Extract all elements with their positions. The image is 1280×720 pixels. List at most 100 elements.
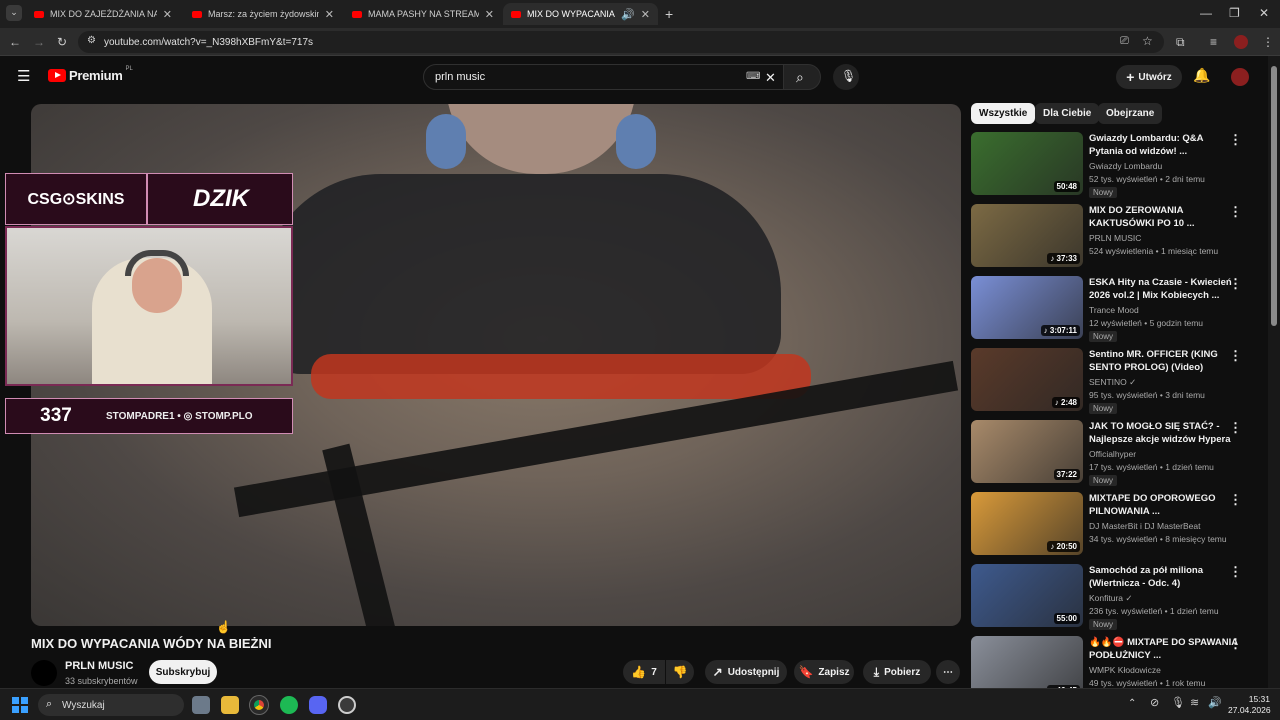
close-tab-icon[interactable]: ✕ <box>163 8 172 21</box>
more-options-icon[interactable]: ⋮ <box>1229 276 1242 292</box>
site-info-icon[interactable]: ⚙ <box>87 36 96 46</box>
recommendation-title[interactable]: Sentino MR. OFFICER (KING SENTO PROLOG) … <box>1089 348 1239 374</box>
cast-icon[interactable]: ⎚ <box>1120 36 1129 47</box>
scrollbar-thumb[interactable] <box>1271 66 1277 326</box>
page-scrollbar[interactable] <box>1268 56 1280 688</box>
chrome-icon[interactable] <box>249 695 269 715</box>
recommendation-channel[interactable]: DJ MasterBit i DJ MasterBeat <box>1089 521 1200 531</box>
network-icon[interactable]: ⊘ <box>1150 698 1159 709</box>
recommendation-item[interactable]: ♪ 37:33 MIX DO ZEROWANIA KAKTUSÓWKI PO 10… <box>971 204 1261 268</box>
video-thumbnail[interactable]: ♪ 37:33 <box>971 204 1083 267</box>
recommendation-title[interactable]: JAK TO MOGŁO SIĘ STAĆ? - Najlepsze akcje… <box>1089 420 1239 446</box>
recommendation-channel[interactable]: PRLN MUSIC <box>1089 233 1141 243</box>
more-options-icon[interactable]: ⋮ <box>1229 420 1242 436</box>
recommendation-channel[interactable]: Konfitura ✓ <box>1089 593 1133 604</box>
close-tab-icon[interactable]: ✕ <box>641 8 650 21</box>
recommendation-item[interactable]: ♪ 20:50 MIXTAPE DO OPOROWEGO PILNOWANIA .… <box>971 492 1261 556</box>
recommendation-channel[interactable]: Officialhyper <box>1089 449 1136 459</box>
keyboard-icon[interactable]: ⌨ <box>746 72 760 82</box>
url-field[interactable]: ⚙ youtube.com/watch?v=_N398hXBFmY&t=717s… <box>78 31 1164 53</box>
spotify-icon[interactable] <box>280 696 298 714</box>
speaker-icon[interactable]: 🔊 <box>621 8 635 21</box>
recommendation-item[interactable]: ♪ 2:48 Sentino MR. OFFICER (KING SENTO PR… <box>971 348 1261 414</box>
recommendation-title[interactable]: Samochód za pół miliona (Wiertnicza - Od… <box>1089 564 1239 590</box>
hamburger-menu-icon[interactable]: ☰ <box>17 69 30 84</box>
filter-chip-all[interactable]: Wszystkie <box>971 103 1036 124</box>
microphone-tray-icon[interactable]: 🎙 <box>1171 698 1185 709</box>
recommendation-channel[interactable]: Trance Mood <box>1089 305 1139 315</box>
back-icon[interactable]: ← <box>9 36 21 48</box>
start-button[interactable] <box>12 697 28 713</box>
forward-icon[interactable]: → <box>33 36 45 48</box>
bookmark-star-icon[interactable]: ☆ <box>1142 35 1153 47</box>
recommendation-channel[interactable]: Gwiazdy Lombardu <box>1089 161 1162 171</box>
browser-tab[interactable]: MIX DO ZAJEŻDŻANIA NA KUR ✕ <box>26 3 180 25</box>
browser-menu-icon[interactable]: ⋮ <box>1262 36 1274 48</box>
recommendation-title[interactable]: MIXTAPE DO OPOROWEGO PILNOWANIA ... <box>1089 492 1239 518</box>
new-tab-icon[interactable]: + <box>665 7 673 21</box>
youtube-logo[interactable]: Premium PL <box>48 66 133 83</box>
taskbar-search[interactable]: ⌕ Wyszukaj <box>38 694 184 716</box>
like-button[interactable]: 👍 7 <box>623 660 665 684</box>
browser-tab[interactable]: Marsz: za życiem żydowskim i p ✕ <box>184 3 342 25</box>
browser-tab-active[interactable]: MIX DO WYPACANIA WÓD 🔊 ✕ <box>503 3 658 25</box>
video-thumbnail[interactable]: ♪ 2:48 <box>971 348 1083 411</box>
recommendation-title[interactable]: 🔥🔥⛔ MIXTAPE DO SPAWANIA PODŁUŻNICY ... <box>1089 636 1239 662</box>
more-options-icon[interactable]: ⋮ <box>1229 564 1242 580</box>
volume-icon[interactable]: 🔊 <box>1208 698 1222 709</box>
restore-icon[interactable]: ❐ <box>1229 7 1240 19</box>
create-button[interactable]: + Utwórz <box>1116 65 1182 89</box>
media-control-icon[interactable]: ≡ <box>1210 36 1217 48</box>
channel-name[interactable]: PRLN MUSIC <box>65 660 133 672</box>
video-thumbnail[interactable]: 55:00 <box>971 564 1083 627</box>
recommendation-title[interactable]: MIX DO ZEROWANIA KAKTUSÓWKI PO 10 ... <box>1089 204 1239 230</box>
task-view-icon[interactable] <box>192 696 210 714</box>
more-options-icon[interactable]: ⋮ <box>1229 348 1242 364</box>
discord-icon[interactable] <box>309 696 327 714</box>
more-options-icon[interactable]: ⋮ <box>1229 204 1242 220</box>
show-hidden-icons-icon[interactable]: ⌃ <box>1128 699 1136 709</box>
close-tab-icon[interactable]: ✕ <box>325 8 334 21</box>
obs-icon[interactable] <box>338 696 356 714</box>
notifications-bell-icon[interactable]: 🔔 <box>1193 68 1210 82</box>
download-button[interactable]: ⤓ Pobierz <box>863 660 931 684</box>
clear-search-icon[interactable]: ✕ <box>765 71 776 84</box>
subscribe-button[interactable]: Subskrybuj <box>149 660 217 684</box>
account-avatar[interactable] <box>1231 68 1249 86</box>
save-button[interactable]: 🔖 Zapisz <box>794 660 854 684</box>
search-button[interactable]: ⌕ <box>783 64 821 90</box>
close-tab-icon[interactable]: ✕ <box>485 8 494 21</box>
video-thumbnail[interactable]: ♪ 20:50 <box>971 492 1083 555</box>
extensions-icon[interactable]: ⧉ <box>1176 36 1185 48</box>
video-thumbnail[interactable]: 50:48 <box>971 132 1083 195</box>
share-button[interactable]: ↗ Udostępnij <box>705 660 787 684</box>
recommendation-item[interactable]: 37:22 JAK TO MOGŁO SIĘ STAĆ? - Najlepsze … <box>971 420 1261 486</box>
voice-search-button[interactable]: 🎙 <box>833 64 859 90</box>
more-options-icon[interactable]: ⋮ <box>1229 492 1242 508</box>
recommendation-item[interactable]: 55:00 Samochód za pół miliona (Wiertnicza… <box>971 564 1261 630</box>
recommendation-channel[interactable]: WMPK Kłodowicze <box>1089 665 1161 675</box>
search-input[interactable]: prln music ⌨ ✕ <box>423 64 785 90</box>
close-window-icon[interactable]: ✕ <box>1259 7 1269 19</box>
profile-avatar[interactable] <box>1234 35 1248 49</box>
recommendation-item[interactable]: ♪ 3:07:11 ESKA Hity na Czasie - Kwiecień … <box>971 276 1261 342</box>
channel-avatar[interactable] <box>31 660 57 686</box>
browser-tab[interactable]: MAMA PASHY NA STREAMIE! 🍷 ✕ <box>344 3 502 25</box>
system-clock[interactable]: 15:31 27.04.2026 <box>1228 694 1271 716</box>
dislike-button[interactable]: 👎 <box>666 660 694 684</box>
reload-icon[interactable]: ↻ <box>57 36 67 48</box>
wifi-icon[interactable]: ≋ <box>1190 698 1199 709</box>
recommendation-item[interactable]: 50:48 Gwiazdy Lombardu: Q&A Pytania od wi… <box>971 132 1261 198</box>
file-explorer-icon[interactable] <box>221 696 239 714</box>
video-thumbnail[interactable]: ♪ 3:07:11 <box>971 276 1083 339</box>
recommendation-title[interactable]: ESKA Hity na Czasie - Kwiecień 2026 vol.… <box>1089 276 1239 302</box>
filter-chip-watched[interactable]: Obejrzane <box>1098 103 1163 124</box>
recommendation-title[interactable]: Gwiazdy Lombardu: Q&A Pytania od widzów!… <box>1089 132 1239 158</box>
minimize-icon[interactable]: — <box>1200 7 1212 19</box>
recommendation-channel[interactable]: SENTINO ✓ <box>1089 377 1136 388</box>
video-thumbnail[interactable]: 37:22 <box>971 420 1083 483</box>
more-actions-button[interactable]: ⋯ <box>936 660 960 684</box>
filter-chip-for-you[interactable]: Dla Ciebie <box>1035 103 1100 124</box>
more-options-icon[interactable]: ⋮ <box>1229 636 1242 652</box>
tab-list-icon[interactable]: ⌄ <box>6 5 22 21</box>
